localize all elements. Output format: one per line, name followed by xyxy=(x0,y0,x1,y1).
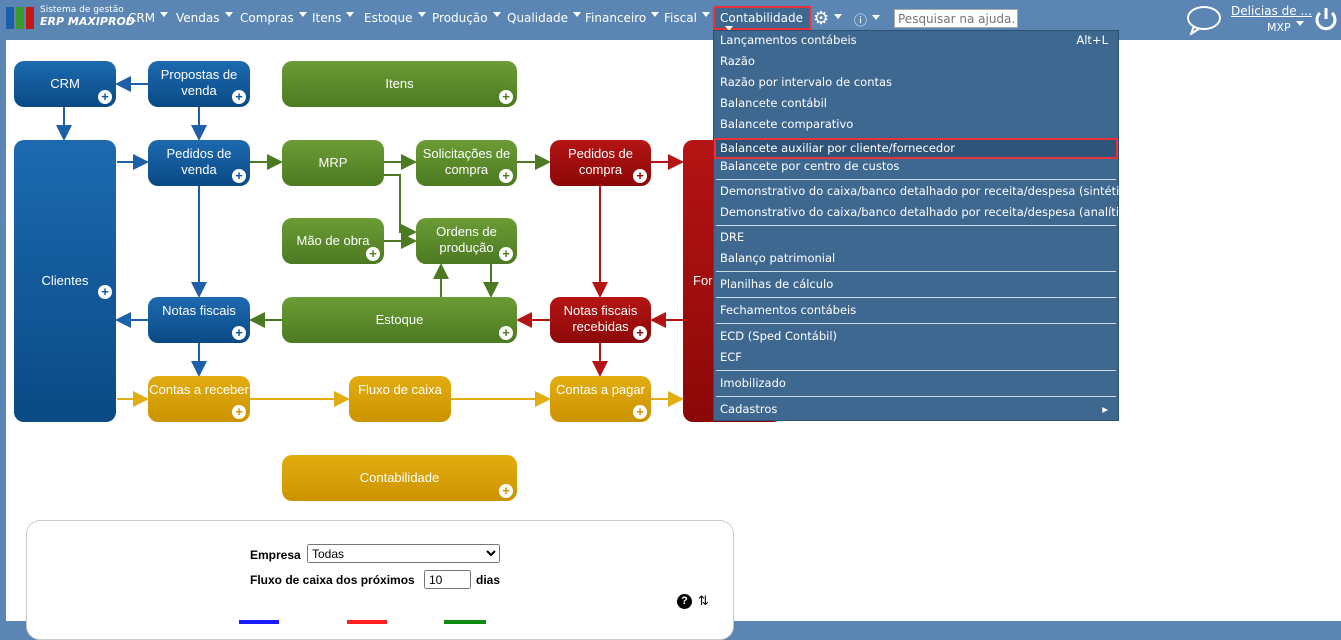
menu-separator xyxy=(716,179,1116,180)
add-icon[interactable]: + xyxy=(366,247,380,261)
menu-item[interactable]: Fechamentos contábeis xyxy=(714,301,1118,322)
help-icon[interactable]: ⓘ xyxy=(854,10,880,29)
menu-separator xyxy=(716,225,1116,226)
menu-item[interactable]: Razão por intervalo de contas xyxy=(714,73,1118,94)
add-icon[interactable]: + xyxy=(232,405,246,419)
add-icon[interactable]: + xyxy=(232,90,246,104)
box-notas-fiscais[interactable]: Notas fiscais + xyxy=(148,297,250,343)
box-propostas[interactable]: Propostas de venda + xyxy=(148,61,250,107)
box-mrp[interactable]: MRP xyxy=(282,140,384,186)
box-ordens-producao[interactable]: Ordens de produção + xyxy=(416,218,517,264)
box-solicitacoes[interactable]: Solicitações de compra + xyxy=(416,140,517,186)
add-icon[interactable]: + xyxy=(232,326,246,340)
menu-item-label: Imobilizado xyxy=(720,376,786,390)
help-search-input[interactable] xyxy=(894,9,1018,28)
box-crm[interactable]: CRM + xyxy=(14,61,116,107)
menu-item-shortcut: Alt+L xyxy=(1076,33,1108,47)
refresh-icon[interactable]: ⇅ xyxy=(698,593,709,609)
power-icon[interactable] xyxy=(1314,6,1338,32)
add-icon[interactable]: + xyxy=(499,169,513,183)
fluxo-label: Fluxo de caixa dos próximos xyxy=(250,573,415,587)
dias-label: dias xyxy=(476,573,501,587)
menu-item[interactable]: DRE xyxy=(714,228,1118,249)
box-pedidos-venda[interactable]: Pedidos de venda + xyxy=(148,140,250,186)
chat-icon[interactable] xyxy=(1186,5,1222,35)
menu-separator xyxy=(716,271,1116,272)
help-icon[interactable]: ? xyxy=(677,594,692,609)
menu-item[interactable]: ECF xyxy=(714,348,1118,369)
menu-item-label: Demonstrativo do caixa/banco detalhado p… xyxy=(720,205,1137,219)
add-icon[interactable]: + xyxy=(499,484,513,498)
submenu-arrow-icon: ▸ xyxy=(1102,402,1108,416)
box-pedidos-compra[interactable]: Pedidos de compra + xyxy=(550,140,651,186)
box-contabilidade[interactable]: Contabilidade + xyxy=(282,455,517,501)
menu-separator xyxy=(716,396,1116,397)
menu-item-label: Balancete comparativo xyxy=(720,117,854,131)
menu-item-label: Fechamentos contábeis xyxy=(720,303,857,317)
menu-separator xyxy=(716,323,1116,324)
menu-item[interactable]: Imobilizado xyxy=(714,374,1118,395)
contabilidade-dropdown: Lançamentos contábeis Alt+L Razão Razão por… xyxy=(713,30,1137,421)
menu-item-label: Demonstrativo do caixa/banco detalhado p… xyxy=(720,184,1138,198)
box-contas-pagar[interactable]: Contas a pagar + xyxy=(550,376,651,422)
box-itens[interactable]: Itens + xyxy=(282,61,517,107)
user-menu[interactable]: MXP xyxy=(1267,21,1304,34)
menu-item-label: Balancete auxiliar por cliente/fornecedo… xyxy=(720,141,955,155)
menu-item-label: Lançamentos contábeis xyxy=(720,33,857,47)
box-clientes[interactable]: Clientes + xyxy=(14,140,116,422)
add-icon[interactable]: + xyxy=(232,169,246,183)
add-icon[interactable]: + xyxy=(499,326,513,340)
menu-item[interactable]: Balancete contábil xyxy=(714,94,1118,115)
cashflow-panel: Empresa Todas Fluxo de caixa dos próximo… xyxy=(26,520,734,640)
menu-separator xyxy=(716,297,1116,298)
menu-item-label: Razão xyxy=(720,54,755,68)
box-contas-receber[interactable]: Contas a receber + xyxy=(148,376,250,422)
add-icon[interactable]: + xyxy=(633,169,647,183)
menu-item-label: Balanço patrimonial xyxy=(720,251,836,265)
gear-icon[interactable]: ⚙ xyxy=(813,8,842,29)
menu-item[interactable]: Balancete auxiliar por cliente/fornecedo… xyxy=(714,138,1118,159)
menu-item[interactable]: Balanço patrimonial xyxy=(714,249,1118,270)
menu-item[interactable]: ECD (Sped Contábil) xyxy=(714,327,1118,348)
box-notas-recebidas[interactable]: Notas fiscais recebidas + xyxy=(550,297,651,343)
add-icon[interactable]: + xyxy=(633,326,647,340)
add-icon[interactable]: + xyxy=(98,285,112,299)
add-icon[interactable]: + xyxy=(499,247,513,261)
menu-item-label: Planilhas de cálculo xyxy=(720,277,834,291)
menu-separator xyxy=(716,370,1116,371)
menu-item-label: Cadastros xyxy=(720,402,778,416)
main-content: CRM + Propostas de venda + Itens + Clientes… xyxy=(6,40,1341,640)
add-icon[interactable]: + xyxy=(98,90,112,104)
menu-item[interactable]: Demonstrativo do caixa/banco detalhado p… xyxy=(714,203,1137,224)
menu-item-label: Balancete por centro de custos xyxy=(720,159,900,173)
box-mao-obra[interactable]: Mão de obra + xyxy=(282,218,384,264)
menu-item[interactable]: Lançamentos contábeis Alt+L xyxy=(714,31,1118,52)
menu-item[interactable]: Razão xyxy=(714,52,1118,73)
menu-item[interactable]: Balancete comparativo xyxy=(714,115,1118,136)
menu-item[interactable]: Balancete por centro de custos xyxy=(714,157,1118,178)
menu-item[interactable]: Planilhas de cálculo xyxy=(714,275,1118,296)
empresa-label: Empresa xyxy=(250,548,301,562)
add-icon[interactable]: + xyxy=(499,90,513,104)
menu-item-label: DRE xyxy=(720,230,745,244)
menu-item-label: ECF xyxy=(720,350,742,364)
empresa-select[interactable]: Todas xyxy=(307,544,500,563)
menu-item[interactable]: Demonstrativo do caixa/banco detalhado p… xyxy=(714,182,1137,203)
add-icon[interactable]: + xyxy=(633,405,647,419)
dias-input[interactable] xyxy=(424,570,471,589)
menu-item-label: Razão por intervalo de contas xyxy=(720,75,893,89)
box-fluxo-caixa[interactable]: Fluxo de caixa xyxy=(349,376,451,422)
menu-item[interactable]: Cadastros ▸ xyxy=(714,400,1118,421)
menu-item-label: Balancete contábil xyxy=(720,96,827,110)
box-estoque[interactable]: Estoque + xyxy=(282,297,517,343)
company-link[interactable]: Delicias de ... xyxy=(1231,4,1312,18)
menu-item-label: ECD (Sped Contábil) xyxy=(720,329,838,343)
